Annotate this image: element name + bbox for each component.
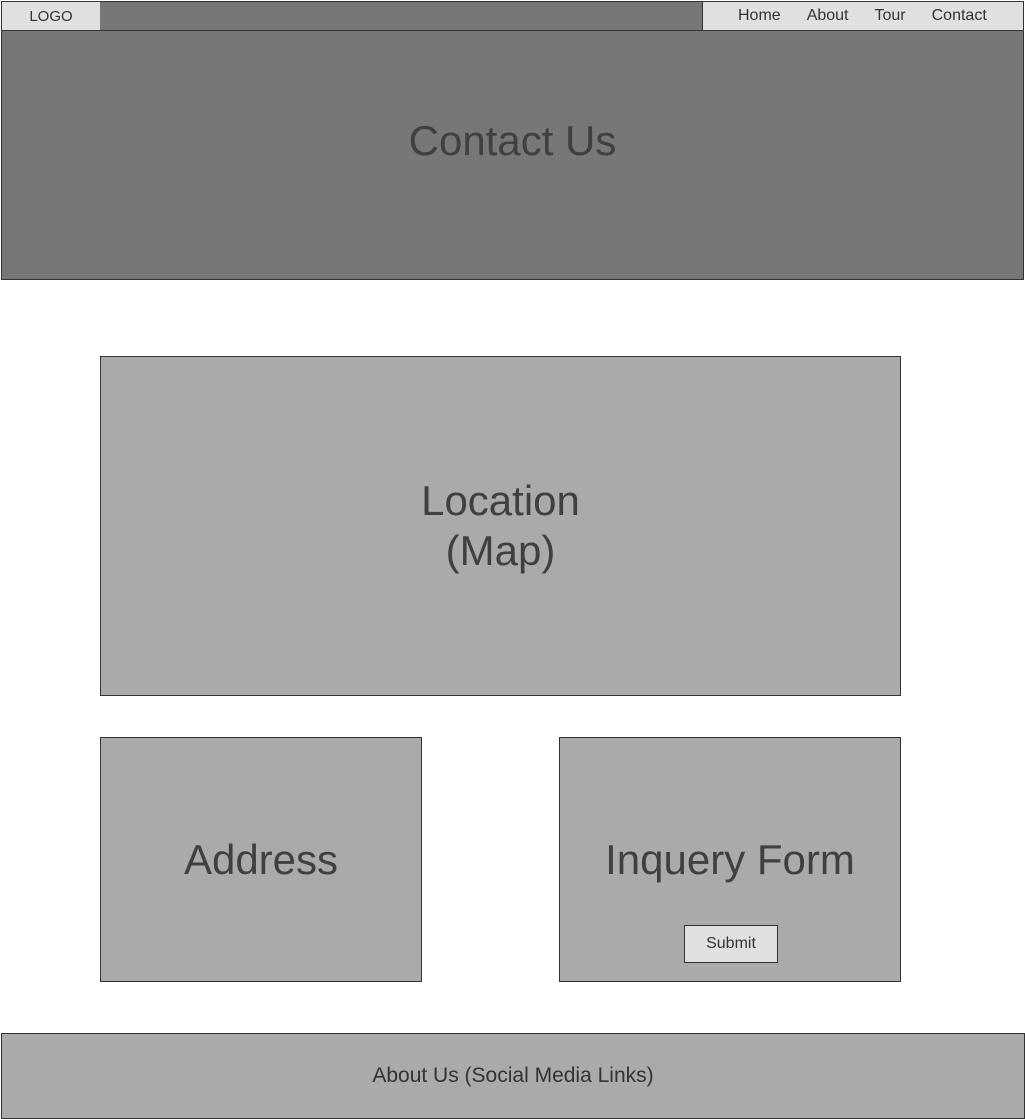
footer-social-links[interactable]: About Us (Social Media Links) — [372, 1064, 653, 1088]
header-bar — [100, 1, 703, 31]
location-map[interactable]: Location (Map) — [100, 356, 901, 696]
map-title: Location — [421, 477, 580, 524]
hero-banner: Contact Us — [1, 30, 1024, 280]
submit-button[interactable]: Submit — [684, 925, 778, 963]
logo[interactable]: LOGO — [1, 1, 101, 31]
map-subtitle: (Map) — [445, 527, 556, 574]
logo-text: LOGO — [29, 7, 73, 25]
footer: About Us (Social Media Links) — [1, 1033, 1025, 1119]
address-title: Address — [183, 835, 339, 883]
nav-tour-link[interactable]: Tour — [875, 7, 906, 25]
page-title: Contact Us — [408, 117, 617, 164]
nav-about-link[interactable]: About — [807, 7, 849, 25]
nav-home-link[interactable]: Home — [738, 7, 781, 25]
nav-contact-link[interactable]: Contact — [932, 7, 987, 25]
inquiry-form: Inquery Form Submit — [559, 737, 901, 982]
inquiry-form-title: Inquery Form — [605, 835, 855, 883]
main-nav: Home About Tour Contact — [702, 1, 1024, 31]
address-panel: Address — [100, 737, 422, 982]
